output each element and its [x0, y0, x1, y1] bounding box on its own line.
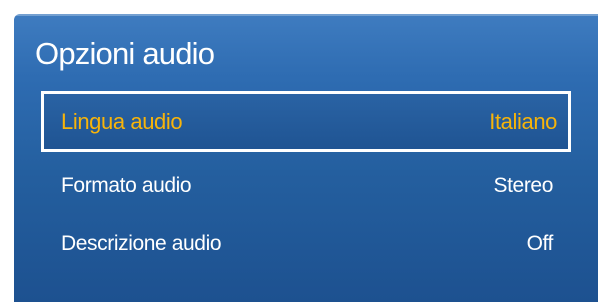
panel-title: Opzioni audio [35, 36, 215, 71]
menu-item-audio-language[interactable]: Lingua audio Italiano [41, 91, 571, 152]
menu-item-audio-format[interactable]: Formato audio Stereo [41, 156, 571, 216]
audio-options-panel: Opzioni audio Lingua audio Italiano Form… [14, 14, 598, 302]
menu-item-value: Off [526, 232, 554, 255]
menu-item-label: Descrizione audio [61, 232, 222, 255]
menu-item-value: Italiano [489, 108, 557, 134]
menu-item-label: Lingua audio [61, 108, 183, 134]
menu-item-value: Stereo [493, 174, 554, 197]
menu-item-audio-description[interactable]: Descrizione audio Off [41, 214, 571, 274]
menu-item-label: Formato audio [61, 174, 192, 197]
